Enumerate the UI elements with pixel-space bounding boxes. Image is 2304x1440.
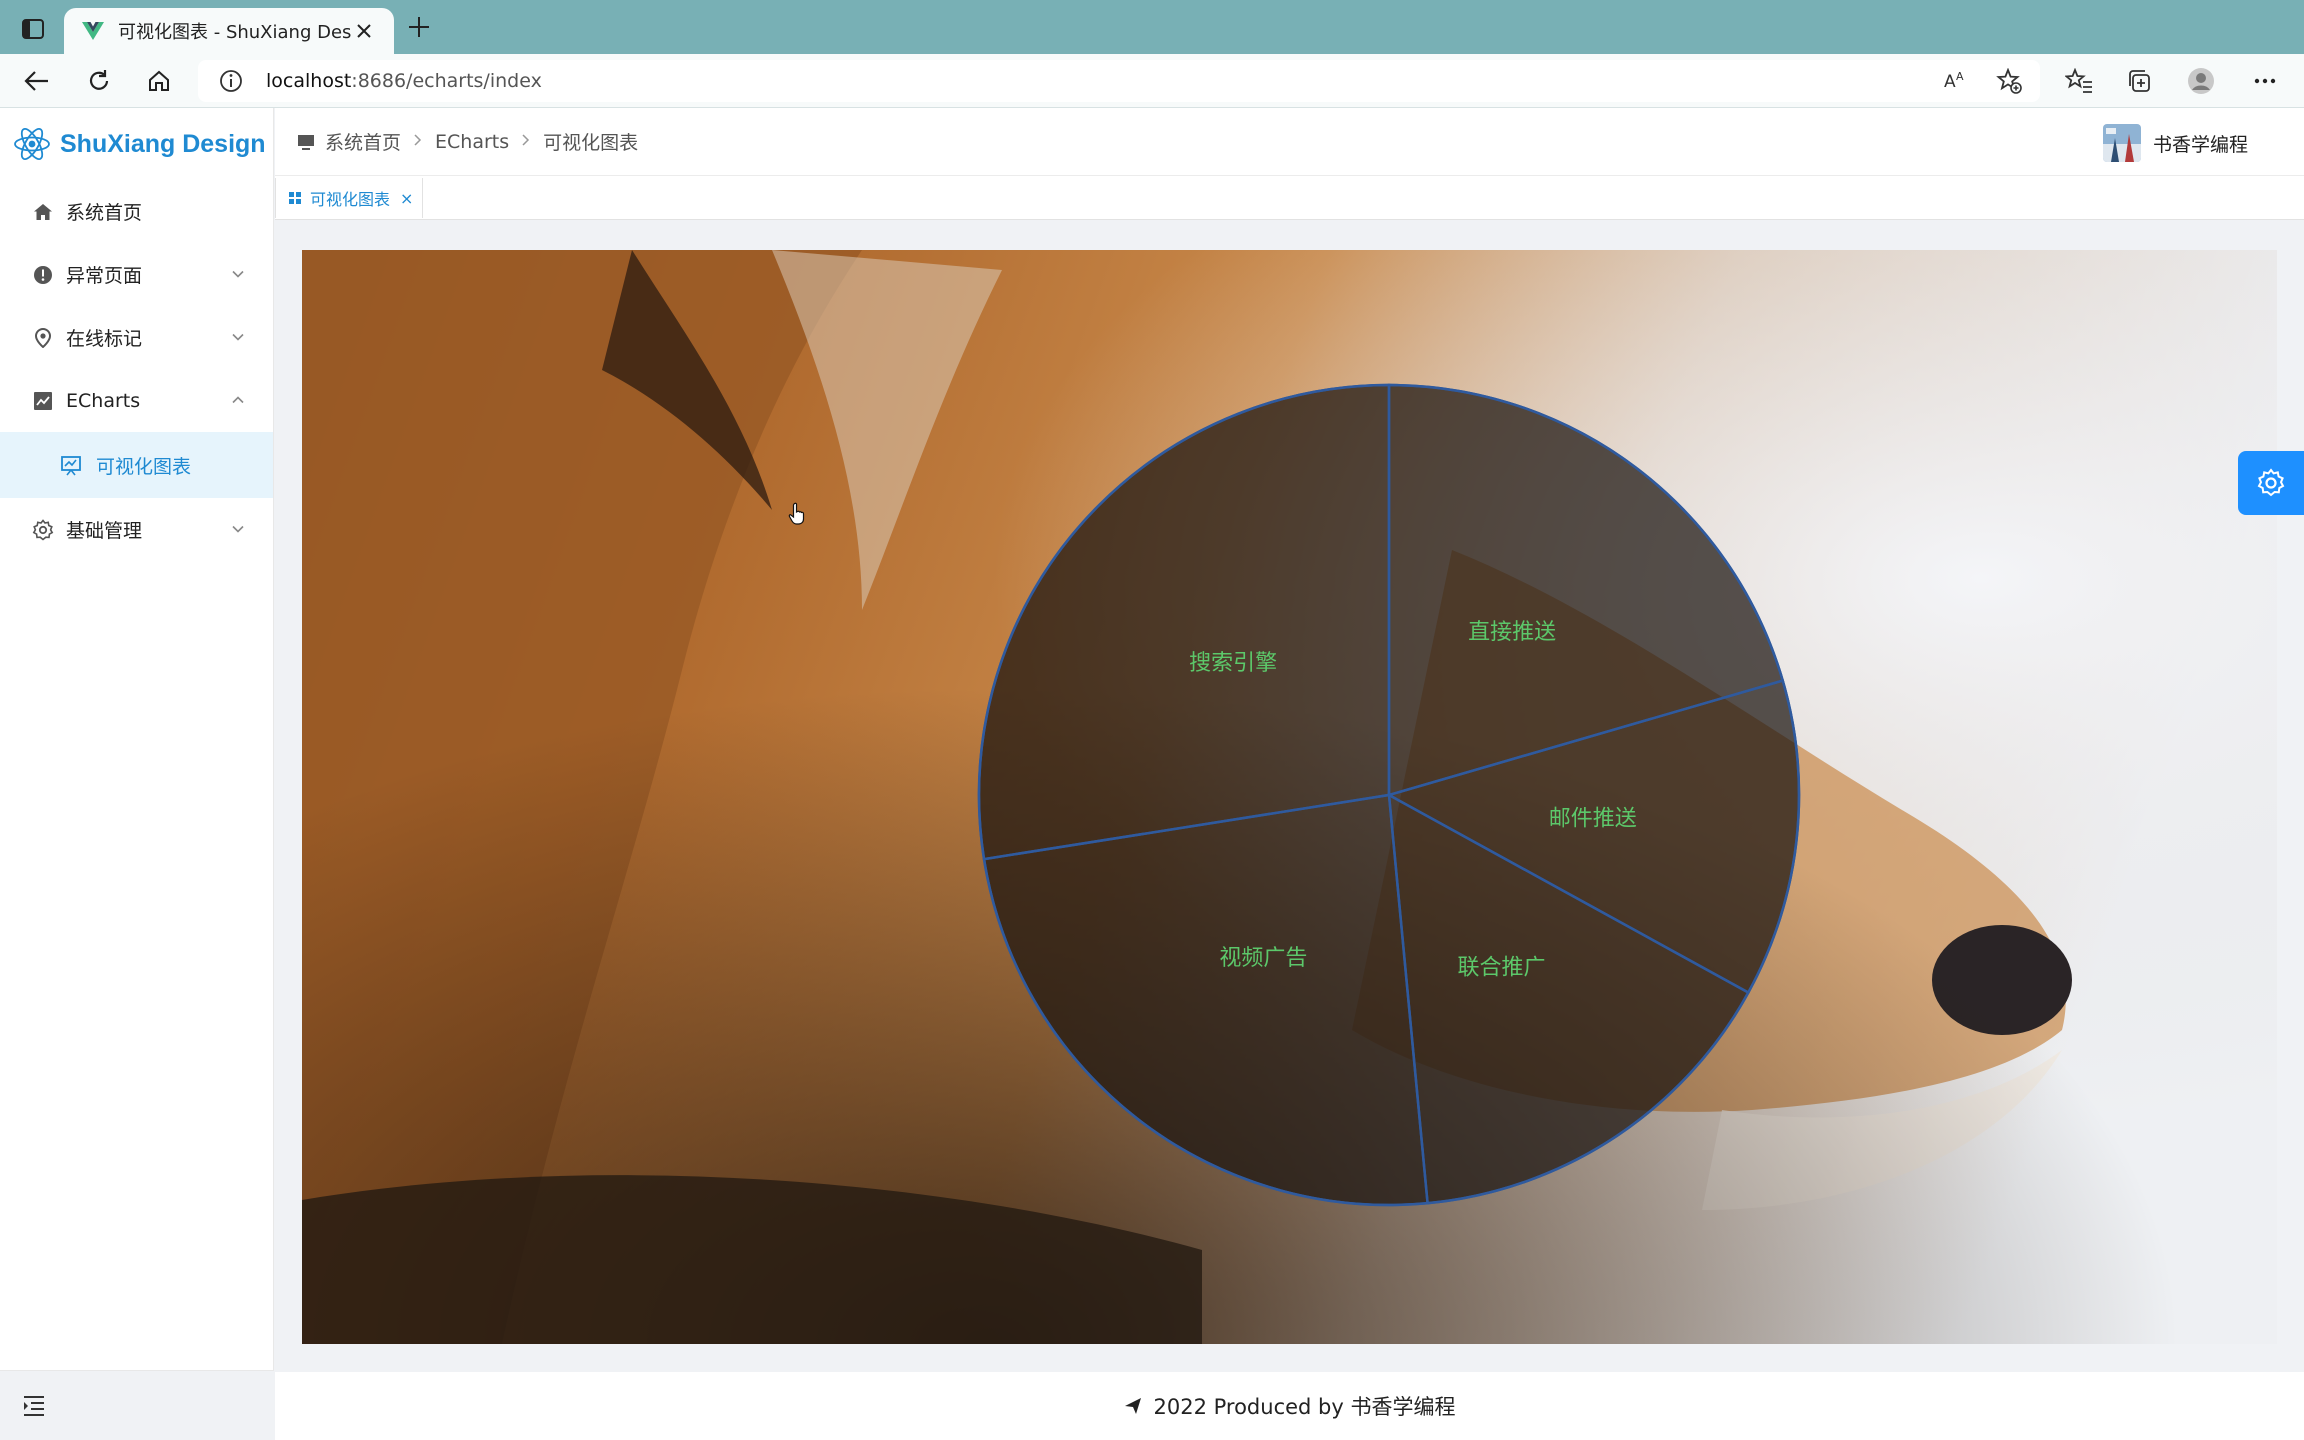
presentation-chart-icon — [61, 456, 81, 476]
footer-text: 2022 Produced by 书香学编程 — [1153, 1395, 1456, 1419]
home-icon[interactable] — [144, 66, 174, 96]
hand-cursor-icon — [788, 502, 805, 525]
send-icon — [1124, 1398, 1141, 1414]
sidebar: ShuXiang Design 系统首页 异常页面 在线标记 ECharts 可… — [0, 108, 274, 1440]
user-name: 书香学编程 — [2152, 133, 2248, 156]
monitor-icon — [298, 134, 314, 150]
back-icon[interactable] — [22, 66, 52, 96]
breadcrumb-separator-icon — [521, 132, 531, 151]
pie-slice-label: 视频广告 — [1219, 946, 1307, 971]
sidebar-subitem-visual-chart[interactable]: 可视化图表 — [0, 432, 273, 498]
appstore-icon — [289, 192, 301, 204]
settings-button[interactable] — [2238, 451, 2304, 515]
sidebar-item-online-marker[interactable]: 在线标记 — [0, 306, 273, 369]
browser-tab-bar: 可视化图表 - ShuXiang Design — [0, 0, 2304, 54]
app-footer: 2022 Produced by 书香学编程 — [275, 1372, 2304, 1440]
browser-tab[interactable]: 可视化图表 - ShuXiang Design — [64, 8, 394, 54]
tag-label: 可视化图表 — [310, 190, 391, 209]
line-chart-icon — [32, 390, 54, 412]
react-atom-logo-icon — [14, 128, 50, 160]
refresh-icon[interactable] — [84, 66, 114, 96]
pie-chart: 直接推送邮件推送联合推广 视频广告 搜索引擎 — [977, 383, 1801, 1207]
add-favorite-icon[interactable] — [1996, 68, 2022, 94]
site-info-icon[interactable] — [218, 68, 244, 94]
collections-icon[interactable] — [2124, 66, 2154, 96]
gear-icon — [2257, 468, 2285, 497]
sidebar-item-label: ECharts — [66, 389, 141, 412]
new-tab-icon[interactable] — [404, 14, 434, 44]
brand-name: ShuXiang Design — [60, 129, 266, 158]
close-tab-icon[interactable] — [352, 19, 376, 43]
sidebar-item-label: 系统首页 — [66, 202, 143, 224]
sidebar-item-label: 在线标记 — [66, 328, 143, 350]
sidebar-item-echarts[interactable]: ECharts — [0, 369, 273, 432]
browser-tab-title: 可视化图表 - ShuXiang Design — [118, 22, 352, 43]
avatar — [2102, 124, 2141, 162]
sidebar-item-exception[interactable]: 异常页面 — [0, 243, 273, 306]
tags-view-bar: 可视化图表 × — [275, 176, 2304, 220]
sidebar-collapse-bar — [0, 1370, 274, 1440]
menu-fold-icon[interactable] — [22, 1395, 46, 1417]
home-icon — [32, 201, 54, 223]
user-menu[interactable]: 书香学编程 — [2102, 124, 2248, 162]
chart-panel: 直接推送邮件推送联合推广 视频广告 搜索引擎 — [302, 250, 2277, 1344]
url-text: localhost:8686/echarts/index — [266, 70, 542, 92]
favorites-icon[interactable] — [2064, 66, 2094, 96]
tag-close-icon[interactable]: × — [400, 189, 413, 208]
profile-icon[interactable] — [2186, 66, 2216, 96]
tab-actions-icon[interactable] — [18, 14, 48, 44]
read-aloud-icon[interactable]: AA — [1942, 68, 1968, 94]
gear-icon — [32, 518, 54, 541]
breadcrumb-echarts[interactable]: ECharts — [435, 131, 509, 153]
svg-text:A: A — [1956, 70, 1964, 83]
breadcrumb-current: 可视化图表 — [543, 132, 639, 154]
tag-visual-chart[interactable]: 可视化图表 × — [275, 178, 423, 218]
sidebar-subitem-label: 可视化图表 — [96, 455, 192, 478]
chevron-down-icon — [232, 525, 244, 533]
breadcrumb-separator-icon — [413, 132, 423, 151]
chevron-down-icon — [232, 270, 244, 278]
exclamation-circle-icon — [32, 264, 54, 286]
chevron-up-icon — [232, 396, 244, 404]
pie-slice-label: 邮件推送 — [1549, 806, 1637, 831]
sidebar-item-basic-management[interactable]: 基础管理 — [0, 498, 273, 561]
breadcrumb-home[interactable]: 系统首页 — [325, 128, 401, 155]
url-path: :8686/echarts/index — [351, 70, 542, 92]
address-bar[interactable]: localhost:8686/echarts/index AA — [198, 60, 2040, 102]
sidebar-item-label: 异常页面 — [66, 265, 143, 287]
svg-text:A: A — [1944, 72, 1956, 92]
more-options-icon[interactable] — [2250, 66, 2280, 96]
sidebar-item-label: 基础管理 — [66, 520, 143, 542]
brand[interactable]: ShuXiang Design — [0, 108, 273, 180]
sidebar-menu: 系统首页 异常页面 在线标记 ECharts 可视化图表 基础管理 — [0, 180, 273, 561]
url-host: localhost — [266, 70, 352, 92]
browser-toolbar: localhost:8686/echarts/index AA — [0, 54, 2304, 108]
sidebar-item-home[interactable]: 系统首页 — [0, 180, 273, 243]
vue-logo-icon — [82, 22, 104, 40]
location-pin-icon — [32, 327, 54, 349]
chevron-down-icon — [232, 333, 244, 341]
pie-slice-label: 直接推送 — [1468, 620, 1556, 645]
pie-slice-label: 联合推广 — [1458, 955, 1546, 980]
pie-slice-label: 搜索引擎 — [1189, 651, 1277, 676]
app-header: 系统首页 ECharts 可视化图表 书香学编程 — [275, 108, 2304, 176]
